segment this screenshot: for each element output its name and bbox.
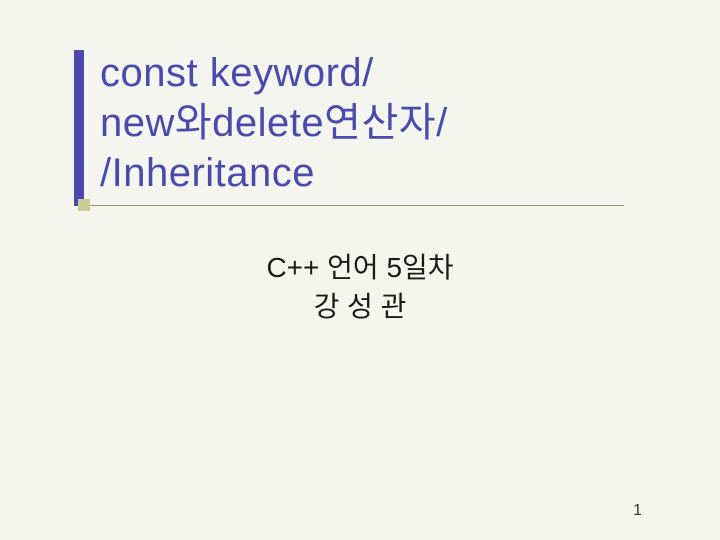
accent-square [78, 199, 90, 211]
page-number: 1 [633, 502, 642, 520]
subtitle-line-2: 강 성 관 [0, 287, 720, 326]
horizontal-line [84, 205, 624, 206]
title-line-2: new와delete연산자/ [100, 98, 448, 148]
title-line-3: /Inheritance [100, 148, 448, 198]
slide-title: const keyword/ new와delete연산자/ /Inheritan… [100, 48, 448, 198]
vertical-bar [74, 50, 84, 206]
slide-subtitle: C++ 언어 5일차 강 성 관 [0, 248, 720, 326]
subtitle-line-1: C++ 언어 5일차 [0, 248, 720, 287]
title-line-1: const keyword/ [100, 48, 448, 98]
